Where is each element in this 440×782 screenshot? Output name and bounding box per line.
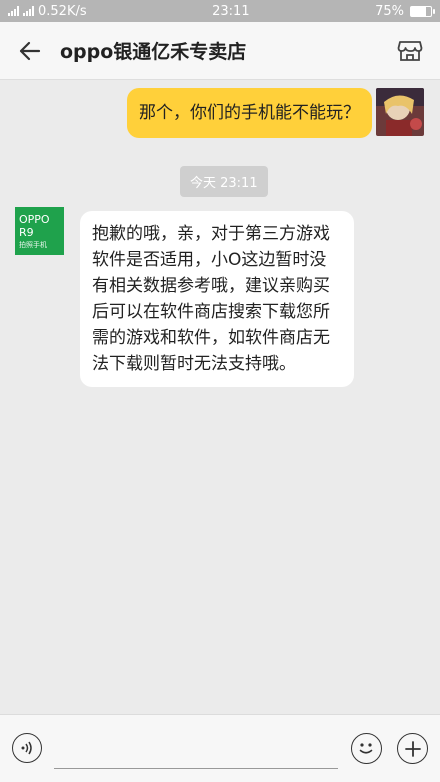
plus-button[interactable] bbox=[397, 733, 428, 764]
chat-area: 那个，你们的手机能不能玩？ 今天 23:11 OPPO R9 拍照手机 抱歉的哦… bbox=[0, 80, 440, 714]
message-input[interactable] bbox=[54, 729, 338, 769]
emoji-button[interactable] bbox=[351, 733, 382, 764]
plus-icon bbox=[404, 740, 421, 757]
app-header: oppo银通亿禾专卖店 bbox=[0, 22, 440, 80]
store-icon bbox=[397, 40, 423, 61]
status-left: 0.52K/s bbox=[8, 4, 87, 19]
page-title: oppo银通亿禾专卖店 bbox=[60, 41, 247, 63]
signal-icon-2 bbox=[23, 6, 34, 16]
user-avatar[interactable] bbox=[376, 88, 424, 136]
emoji-icon bbox=[359, 743, 373, 754]
user-avatar-image bbox=[376, 88, 424, 136]
arrow-left-icon bbox=[19, 41, 41, 60]
shop-avatar[interactable]: OPPO R9 拍照手机 bbox=[15, 207, 64, 255]
incoming-message[interactable]: 抱歉的哦，亲，对于第三方游戏软件是否适用，小O这边暂时没有相关数据参考哦，建议亲… bbox=[80, 211, 354, 387]
status-bar: 0.52K/s 23:11 75% bbox=[0, 0, 440, 22]
signal-icon bbox=[8, 6, 19, 16]
battery-icon bbox=[410, 5, 435, 17]
shop-avatar-subtitle: 拍照手机 bbox=[19, 240, 47, 249]
voice-icon bbox=[21, 741, 32, 755]
outgoing-message[interactable]: 那个，你们的手机能不能玩？ bbox=[127, 88, 372, 138]
battery-percent: 75% bbox=[375, 3, 404, 19]
network-speed: 0.52K/s bbox=[38, 3, 87, 19]
timestamp-chip: 今天 23:11 bbox=[180, 166, 268, 197]
voice-button[interactable] bbox=[12, 733, 42, 763]
input-bar bbox=[0, 714, 440, 782]
status-right: 75% bbox=[375, 3, 435, 19]
store-button[interactable] bbox=[380, 22, 440, 80]
shop-avatar-brand: OPPO R9 bbox=[19, 212, 50, 239]
status-time: 23:11 bbox=[212, 3, 250, 19]
back-button[interactable] bbox=[0, 22, 60, 80]
